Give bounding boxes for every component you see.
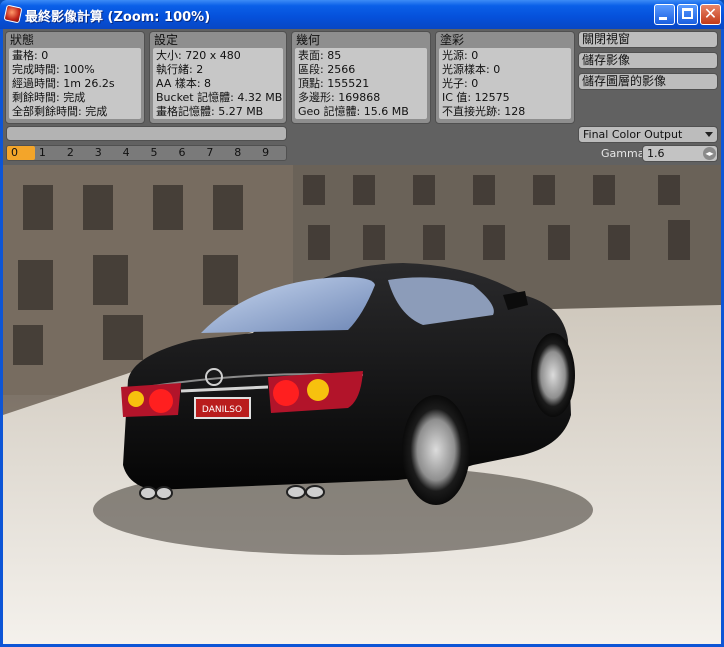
render-progress-bar — [6, 126, 287, 141]
front-wheel — [531, 333, 575, 417]
minimize-button[interactable] — [654, 4, 675, 25]
shading-line: 不直接光跡: 128 — [442, 105, 526, 118]
tail-lamp-yellow-right — [307, 379, 329, 401]
geometry-line: Geo 記憶體: 15.6 MB — [298, 105, 409, 118]
frame-tab-9[interactable]: 9 — [258, 146, 286, 160]
geometry-line: 區段: 2566 — [298, 63, 356, 76]
gamma-label: Gamma — [601, 147, 645, 160]
frame-tab-4[interactable]: 4 — [119, 146, 147, 160]
geometry-line: 頂點: 155521 — [298, 77, 370, 90]
status-panel-body: 畫格: 0 完成時間: 100% 經過時間: 1m 26.2s 剩餘時間: 完成… — [9, 48, 141, 119]
save-layered-image-button[interactable]: 儲存圖層的影像 — [578, 73, 718, 90]
frame-tab-2[interactable]: 2 — [63, 146, 91, 160]
geometry-line: 表面: 85 — [298, 49, 342, 62]
status-line: 畫格: 0 — [12, 49, 49, 62]
maximize-button[interactable] — [677, 4, 698, 25]
frame-tab-0[interactable]: 0 — [7, 146, 35, 160]
spinner-icon[interactable]: ◂▸ — [703, 147, 716, 160]
status-line: 經過時間: 1m 26.2s — [12, 77, 115, 90]
status-line: 剩餘時間: 完成 — [12, 91, 86, 104]
close-icon: ✕ — [703, 4, 718, 23]
settings-panel-body: 大小: 720 x 480 執行緒: 2 AA 樣本: 8 Bucket 記憶體… — [153, 48, 283, 119]
window-frame: 最終影像計算 (Zoom: 100%) ✕ 狀態 畫格: 0 完成時間: 100… — [0, 0, 724, 647]
exhaust-right-2 — [305, 485, 325, 499]
tail-lamp-red-left — [149, 389, 173, 413]
shading-line: IC 值: 12575 — [442, 91, 510, 104]
close-window-button[interactable]: 關閉視窗 — [578, 31, 718, 48]
rendered-car-image: DANILSO — [3, 165, 721, 644]
close-button[interactable]: ✕ — [700, 4, 721, 25]
frame-tab-6[interactable]: 6 — [174, 146, 202, 160]
license-plate-text: DANILSO — [202, 405, 242, 415]
shading-panel: 塗彩 光源: 0 光源樣本: 0 光子: 0 IC 值: 12575 不直接光跡… — [435, 31, 575, 124]
render-app-icon[interactable] — [3, 4, 23, 24]
settings-line: 畫格記憶體: 5.27 MB — [156, 105, 264, 118]
settings-panel: 設定 大小: 720 x 480 執行緒: 2 AA 樣本: 8 Bucket … — [149, 31, 287, 124]
output-select-value: Final Color Output — [583, 128, 683, 141]
status-line: 完成時間: 100% — [12, 63, 95, 76]
status-line: 全部剩餘時間: 完成 — [12, 105, 108, 118]
geometry-panel-title: 幾何 — [296, 33, 321, 47]
title-bar[interactable]: 最終影像計算 (Zoom: 100%) ✕ — [0, 0, 724, 29]
gamma-input[interactable]: 1.6 ◂▸ — [642, 145, 718, 162]
frame-tab-3[interactable]: 3 — [91, 146, 119, 160]
rear-wheel — [402, 395, 470, 505]
minimize-icon — [659, 17, 667, 20]
shading-panel-title: 塗彩 — [440, 33, 465, 47]
output-select[interactable]: Final Color Output — [578, 126, 718, 143]
tail-lamp-yellow-left — [128, 391, 144, 407]
render-view[interactable]: DANILSO — [3, 165, 721, 644]
geometry-line: 多邊形: 169868 — [298, 91, 381, 104]
settings-line: 執行緒: 2 — [156, 63, 204, 76]
window-title: 最終影像計算 (Zoom: 100%) — [25, 10, 211, 25]
frame-tab-7[interactable]: 7 — [202, 146, 230, 160]
chevron-down-icon — [705, 132, 713, 137]
client-area: 狀態 畫格: 0 完成時間: 100% 經過時間: 1m 26.2s 剩餘時間:… — [3, 29, 721, 644]
frame-tabs: 0 1 2 3 4 5 6 7 8 9 — [6, 145, 287, 161]
frame-tab-5[interactable]: 5 — [147, 146, 175, 160]
settings-line: Bucket 記憶體: 4.32 MB — [156, 91, 283, 104]
shading-line: 光源樣本: 0 — [442, 63, 501, 76]
settings-line: 大小: 720 x 480 — [156, 49, 241, 62]
save-image-button[interactable]: 儲存影像 — [578, 52, 718, 69]
geometry-panel: 幾何 表面: 85 區段: 2566 頂點: 155521 多邊形: 16986… — [291, 31, 431, 124]
maximize-icon — [682, 8, 693, 19]
frame-tab-8[interactable]: 8 — [230, 146, 258, 160]
status-panel: 狀態 畫格: 0 完成時間: 100% 經過時間: 1m 26.2s 剩餘時間:… — [5, 31, 145, 124]
status-panel-title: 狀態 — [10, 33, 35, 47]
shading-line: 光子: 0 — [442, 77, 479, 90]
shading-line: 光源: 0 — [442, 49, 479, 62]
settings-line: AA 樣本: 8 — [156, 77, 212, 90]
frame-tab-1[interactable]: 1 — [35, 146, 63, 160]
shading-panel-body: 光源: 0 光源樣本: 0 光子: 0 IC 值: 12575 不直接光跡: 1… — [439, 48, 571, 119]
geometry-panel-body: 表面: 85 區段: 2566 頂點: 155521 多邊形: 169868 G… — [295, 48, 427, 119]
exhaust-left-1 — [139, 486, 157, 500]
settings-panel-title: 設定 — [154, 33, 179, 47]
exhaust-left-2 — [155, 486, 173, 500]
gamma-value: 1.6 — [647, 147, 665, 160]
tail-lamp-red-right — [273, 380, 299, 406]
exhaust-right-1 — [286, 485, 306, 499]
